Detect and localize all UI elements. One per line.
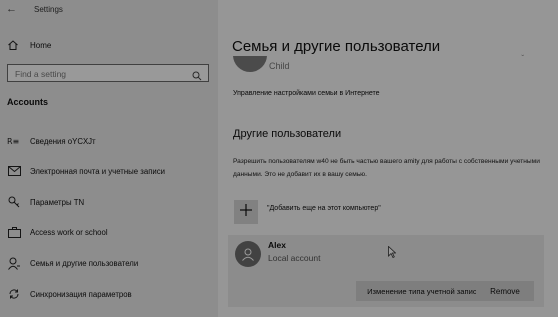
plus-icon: [240, 203, 252, 221]
user-info-icon: R≡: [7, 134, 21, 148]
page-title: Семья и другие пользователи: [232, 38, 441, 55]
search-placeholder: Find a setting: [15, 69, 67, 79]
sidebar-item-your-info[interactable]: R≡ Сведения оYCXJт: [7, 134, 96, 148]
home-icon: [7, 39, 19, 51]
sidebar-item-label: Электронная почта и учетные записи: [30, 166, 166, 176]
sidebar-item-sign-in[interactable]: Параметры TN: [7, 195, 84, 209]
child-account-label[interactable]: Child: [269, 61, 290, 71]
svg-text:R≡: R≡: [7, 137, 19, 146]
back-button[interactable]: ←: [6, 3, 17, 15]
search-icon[interactable]: [192, 68, 202, 86]
home-link[interactable]: Home: [7, 38, 51, 52]
section-accounts: Accounts: [7, 97, 49, 107]
title-bar: ← Settings: [0, 0, 218, 22]
home-label: Home: [30, 40, 52, 50]
family-icon: [7, 256, 21, 270]
main-content: Семья и другие пользователи Child ˇ Упра…: [218, 0, 558, 317]
add-user-button[interactable]: [234, 200, 258, 224]
child-avatar: [233, 56, 267, 72]
add-user-label[interactable]: "Добавить еще на этот компьютер": [267, 205, 381, 212]
chevron-down-icon[interactable]: ˇ: [521, 54, 524, 63]
mouse-cursor-icon: [388, 245, 397, 263]
sync-icon: [7, 287, 21, 301]
sidebar-item-family[interactable]: Семья и другие пользователи: [7, 256, 138, 270]
sidebar-item-label: Синхронизация параметров: [30, 289, 132, 299]
sidebar-item-sync[interactable]: Синхронизация параметров: [7, 287, 132, 301]
email-icon: [7, 164, 21, 178]
key-icon: [7, 195, 21, 209]
user-name: Alex: [268, 240, 286, 250]
remove-button[interactable]: Remove: [476, 281, 534, 301]
sidebar: ← Settings Home Find a setting Accounts …: [0, 0, 218, 317]
other-users-description: Разрешить пользователям w40 не быть част…: [233, 158, 540, 178]
sidebar-item-work[interactable]: Access work or school: [7, 225, 108, 239]
sidebar-item-label: Семья и другие пользователи: [30, 258, 139, 268]
search-input[interactable]: Find a setting: [7, 64, 209, 82]
briefcase-icon: [7, 225, 21, 239]
manage-family-link[interactable]: Управление настройками семьи в Интернете: [233, 90, 380, 97]
sidebar-item-label: Сведения оYCXJт: [30, 136, 96, 146]
user-account-type: Local account: [268, 253, 321, 263]
change-account-type-button[interactable]: Изменение типа учетной записи: [356, 281, 492, 301]
user-entry-alex[interactable]: Alex Local account Изменение типа учетно…: [228, 235, 544, 307]
sidebar-item-label: Access work or school: [30, 227, 108, 237]
sidebar-item-label: Параметры TN: [30, 197, 85, 207]
sidebar-item-email[interactable]: Электронная почта и учетные записи: [7, 164, 165, 178]
user-avatar: [235, 241, 261, 267]
other-users-heading: Другие пользователи: [233, 128, 342, 140]
app-title: Settings: [34, 5, 63, 14]
